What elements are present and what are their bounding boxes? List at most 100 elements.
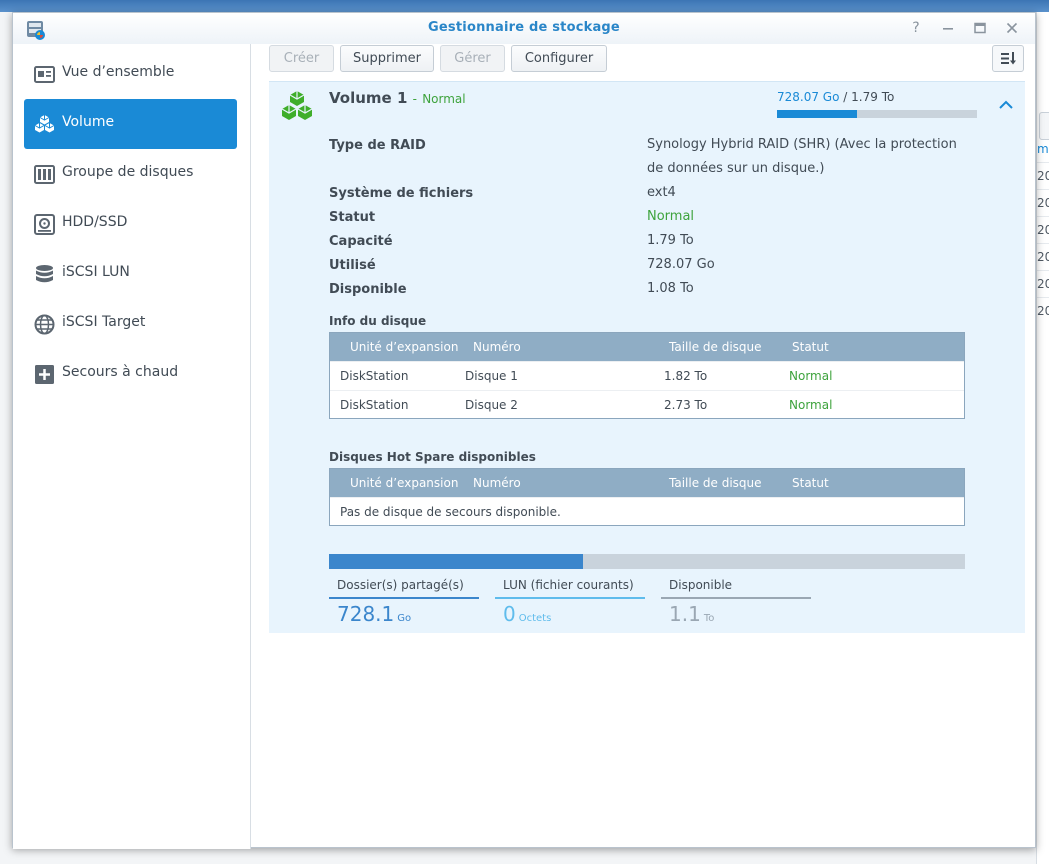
legend-label: Dossier(s) partagé(s) bbox=[337, 578, 464, 592]
sidebar-item-label: Volume bbox=[62, 114, 115, 130]
sidebar-item-volume[interactable]: Volume bbox=[24, 99, 237, 149]
hot-spare-title: Disques Hot Spare disponibles bbox=[329, 450, 536, 464]
legend-line bbox=[329, 597, 479, 599]
usage-text: 728.07 Go / 1.79 To bbox=[777, 90, 894, 104]
column-header[interactable]: Taille de disque bbox=[669, 340, 762, 354]
storage-manager-window: Gestionnaire de stockage ? Vue d’ensembl… bbox=[12, 12, 1036, 849]
hot-spare-plus-icon bbox=[35, 365, 54, 384]
column-header[interactable]: Taille de disque bbox=[669, 476, 762, 490]
prop-value-filesystem: ext4 bbox=[647, 185, 676, 200]
legend-value: 728.1 Go bbox=[337, 602, 412, 626]
delete-button[interactable]: Supprimer bbox=[340, 45, 434, 72]
sidebar-item-hdd-ssd[interactable]: HDD/SSD bbox=[24, 199, 237, 249]
minimize-icon[interactable] bbox=[939, 19, 957, 37]
column-header[interactable]: Numéro bbox=[473, 476, 521, 490]
cell-disk-size: 1.82 To bbox=[664, 369, 708, 383]
prop-label-raid-type: Type de RAID bbox=[329, 138, 426, 153]
prop-label-capacity: Capacité bbox=[329, 234, 393, 249]
column-header[interactable]: Unité d’expansion bbox=[350, 340, 458, 354]
sidebar-item-label: Vue d’ensemble bbox=[62, 64, 175, 80]
column-header[interactable]: Unité d’expansion bbox=[350, 476, 458, 490]
hot-spare-table: Unité d’expansion Numéro Taille de disqu… bbox=[329, 468, 965, 526]
usage-bar-fill bbox=[777, 110, 857, 118]
disk-group-icon bbox=[34, 165, 55, 184]
sidebar-item-disk-group[interactable]: Groupe de disques bbox=[24, 149, 237, 199]
legend-line bbox=[661, 597, 811, 599]
sort-icon bbox=[1001, 52, 1016, 65]
legend-lun: LUN (fichier courants) 0 Octets bbox=[495, 578, 645, 628]
cell-disk-number: Disque 2 bbox=[465, 398, 518, 412]
legend-value: 0 Octets bbox=[503, 602, 552, 626]
prop-value-raid-type: Synology Hybrid RAID (SHR) (Avec la prot… bbox=[647, 137, 957, 176]
empty-text: Pas de disque de secours disponible. bbox=[340, 505, 561, 519]
cell-expansion-unit: DiskStation bbox=[340, 369, 409, 383]
background-cell: 20 bbox=[1037, 196, 1049, 210]
background-button bbox=[1039, 112, 1049, 140]
sort-button[interactable] bbox=[992, 45, 1024, 72]
table-row[interactable]: DiskStation Disque 1 1.82 To Normal bbox=[330, 361, 964, 390]
prop-value-available: 1.08 To bbox=[647, 281, 694, 296]
volume-panel[interactable]: Volume 1 - Normal 728.07 Go / 1.79 To Ty… bbox=[269, 81, 1025, 633]
legend-line bbox=[495, 597, 645, 599]
disk-info-title: Info du disque bbox=[329, 314, 427, 328]
close-icon[interactable] bbox=[1003, 19, 1021, 37]
legend-value: 1.1 To bbox=[669, 602, 715, 626]
legend-available: Disponible 1.1 To bbox=[661, 578, 811, 628]
allocation-bar bbox=[329, 554, 965, 569]
configure-button[interactable]: Configurer bbox=[511, 45, 607, 72]
legend-label: LUN (fichier courants) bbox=[503, 578, 634, 592]
background-window: m 20 20 20 20 20 20 bbox=[1036, 12, 1049, 864]
volume-cubes-icon bbox=[34, 115, 55, 133]
background-cell: 20 bbox=[1037, 250, 1049, 264]
prop-label-available: Disponible bbox=[329, 282, 407, 297]
cell-disk-size: 2.73 To bbox=[664, 398, 708, 412]
desktop-top-strip bbox=[0, 0, 1049, 12]
disk-info-table: Unité d’expansion Numéro Taille de disqu… bbox=[329, 332, 965, 419]
background-header-cell: m bbox=[1037, 142, 1049, 156]
sidebar-item-hot-spare[interactable]: Secours à chaud bbox=[24, 349, 237, 399]
create-button[interactable]: Créer bbox=[269, 45, 334, 72]
prop-value-capacity: 1.79 To bbox=[647, 233, 694, 248]
globe-icon bbox=[34, 314, 55, 335]
database-icon bbox=[36, 265, 53, 283]
volume-title-separator: - bbox=[412, 92, 417, 106]
table-row[interactable]: DiskStation Disque 2 2.73 To Normal bbox=[330, 390, 964, 419]
sidebar-item-overview[interactable]: Vue d’ensemble bbox=[24, 49, 237, 99]
sidebar-item-label: Secours à chaud bbox=[62, 364, 179, 380]
table-header: Unité d’expansion Numéro Taille de disqu… bbox=[330, 333, 964, 361]
usage-total: 1.79 To bbox=[851, 90, 895, 104]
column-header[interactable]: Numéro bbox=[473, 340, 521, 354]
sidebar-item-label: Groupe de disques bbox=[62, 164, 194, 180]
volume-name: Volume 1 bbox=[329, 89, 408, 107]
allocation-bar-fill-shared bbox=[329, 554, 584, 569]
prop-label-status: Statut bbox=[329, 210, 376, 225]
sidebar-item-label: HDD/SSD bbox=[62, 214, 128, 230]
column-header[interactable]: Statut bbox=[792, 476, 829, 490]
manage-button[interactable]: Gérer bbox=[440, 45, 505, 72]
usage-used: 728.07 Go bbox=[777, 90, 840, 104]
sidebar-item-label: iSCSI LUN bbox=[62, 264, 130, 280]
help-icon[interactable]: ? bbox=[907, 19, 925, 37]
volume-green-cubes-icon bbox=[281, 91, 313, 120]
background-cell: 20 bbox=[1037, 223, 1049, 237]
title-bar[interactable]: Gestionnaire de stockage ? bbox=[13, 13, 1035, 44]
sidebar-item-iscsi-lun[interactable]: iSCSI LUN bbox=[24, 249, 237, 299]
background-cell: 20 bbox=[1037, 304, 1049, 318]
hdd-icon bbox=[34, 214, 55, 235]
column-header[interactable]: Statut bbox=[792, 340, 829, 354]
maximize-icon[interactable] bbox=[971, 19, 989, 37]
chevron-up-icon[interactable] bbox=[997, 96, 1015, 114]
window-title: Gestionnaire de stockage bbox=[428, 20, 620, 35]
overview-icon bbox=[34, 66, 55, 83]
cell-disk-number: Disque 1 bbox=[465, 369, 518, 383]
cell-expansion-unit: DiskStation bbox=[340, 398, 409, 412]
sidebar: Vue d’ensemble Volume Groupe de disques bbox=[13, 44, 251, 849]
prop-value-used: 728.07 Go bbox=[647, 257, 715, 272]
cell-status: Normal bbox=[789, 369, 833, 383]
background-cell: 20 bbox=[1037, 277, 1049, 291]
sidebar-item-iscsi-target[interactable]: iSCSI Target bbox=[24, 299, 237, 349]
cell-status: Normal bbox=[789, 398, 833, 412]
background-cell: 20 bbox=[1037, 169, 1049, 183]
legend-shared-folders: Dossier(s) partagé(s) 728.1 Go bbox=[329, 578, 479, 628]
empty-row: Pas de disque de secours disponible. bbox=[330, 497, 964, 526]
